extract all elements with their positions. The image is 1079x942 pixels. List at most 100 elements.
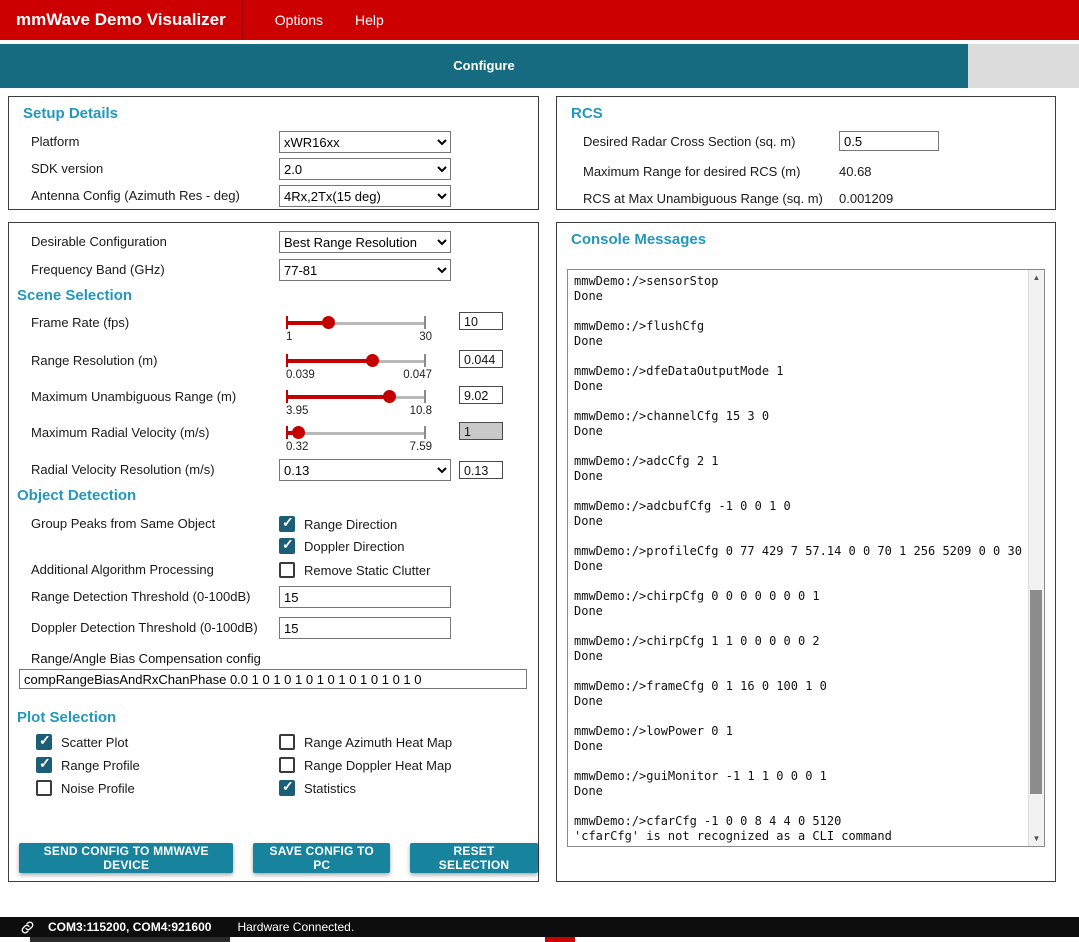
desirable-configuration-row: Desirable Configuration Best Range Resol…: [9, 231, 538, 255]
range-resolution-value-box[interactable]: 0.044: [459, 350, 503, 368]
doppler-threshold-row: Doppler Detection Threshold (0-100dB): [9, 617, 538, 641]
statistics-label: Statistics: [304, 780, 357, 796]
rcs-title: RCS: [571, 105, 603, 122]
range-doppler-heat-map-checkbox[interactable]: [279, 757, 295, 773]
range-direction-option: Range Direction: [279, 513, 404, 535]
remove-static-clutter-option: Remove Static Clutter: [279, 559, 430, 581]
slider-max-label: 30: [419, 331, 432, 343]
range-direction-checkbox[interactable]: [279, 514, 295, 532]
max-unambiguous-range-label: Maximum Unambiguous Range (m): [31, 389, 237, 404]
desirable-configuration-select[interactable]: Best Range Resolution: [279, 231, 451, 253]
console-messages-title: Console Messages: [571, 231, 707, 248]
group-peaks-options: Range Direction Doppler Direction: [279, 513, 404, 557]
status-bar: COM3:115200, COM4:921600 Hardware Connec…: [0, 917, 1079, 937]
sdk-version-select[interactable]: 2.0: [279, 158, 451, 180]
frame-rate-slider[interactable]: 1 30: [286, 309, 432, 343]
slider-max-label: 7.59: [409, 441, 432, 453]
menu-options[interactable]: Options: [275, 12, 323, 28]
additional-processing-label: Additional Algorithm Processing: [31, 562, 214, 577]
max-range-rcs-value: 40.68: [839, 164, 872, 179]
slider-min-label: 0.039: [286, 369, 315, 381]
statistics-checkbox[interactable]: [279, 778, 295, 796]
tab-configure[interactable]: Configure: [0, 44, 968, 88]
bias-compensation-input[interactable]: [19, 669, 527, 689]
max-unambiguous-range-value-box[interactable]: 9.02: [459, 386, 503, 404]
scroll-up-icon[interactable]: [1029, 270, 1044, 285]
range-resolution-slider[interactable]: 0.039 0.047: [286, 347, 432, 381]
doppler-direction-option: Doppler Direction: [279, 535, 404, 557]
plot-selection-title: Plot Selection: [17, 709, 117, 726]
bias-compensation-label: Range/Angle Bias Compensation config: [31, 651, 261, 666]
platform-select[interactable]: xWR16xx: [279, 131, 451, 153]
object-detection-title: Object Detection: [17, 487, 137, 504]
max-unambiguous-range-slider[interactable]: 3.95 10.8: [286, 383, 432, 417]
range-doppler-heat-map-label: Range Doppler Heat Map: [304, 757, 452, 773]
tab-bar: Configure: [0, 44, 1079, 88]
slider-handle[interactable]: [382, 390, 396, 403]
app-header: mmWave Demo Visualizer Options Help: [0, 0, 1079, 40]
slider-track[interactable]: [286, 432, 426, 435]
slider-fill: [286, 359, 373, 363]
slider-min-tick: [286, 426, 288, 439]
range-azimuth-heat-map-option: Range Azimuth Heat Map: [279, 731, 526, 753]
setup-details-panel: Setup Details Platform xWR16xx SDK versi…: [8, 96, 539, 210]
slider-handle[interactable]: [365, 354, 379, 367]
desired-rcs-row: Desired Radar Cross Section (sq. m): [557, 131, 1055, 155]
slider-handle[interactable]: [322, 316, 336, 329]
console-output[interactable]: mmwDemo:/>sensorStop Done mmwDemo:/>flus…: [567, 269, 1045, 847]
radial-velocity-resolution-select[interactable]: 0.13: [279, 459, 451, 481]
platform-row: Platform xWR16xx: [9, 131, 538, 155]
sdk-version-label: SDK version: [31, 161, 104, 176]
scatter-plot-label: Scatter Plot: [61, 734, 129, 750]
range-profile-checkbox[interactable]: [36, 755, 52, 773]
remove-static-clutter-checkbox[interactable]: [279, 562, 295, 578]
desired-rcs-input[interactable]: [839, 131, 939, 151]
range-threshold-label: Range Detection Threshold (0-100dB): [31, 589, 251, 604]
app-root: mmWave Demo Visualizer Options Help Conf…: [0, 0, 1079, 942]
max-range-rcs-label: Maximum Range for desired RCS (m): [583, 164, 801, 179]
scene-selection-title: Scene Selection: [17, 287, 133, 304]
desirable-configuration-label: Desirable Configuration: [31, 234, 167, 249]
range-azimuth-heat-map-checkbox[interactable]: [279, 734, 295, 750]
antenna-config-select[interactable]: 4Rx,2Tx(15 deg): [279, 185, 451, 207]
max-radial-velocity-value-box: 1: [459, 422, 503, 440]
range-direction-label: Range Direction: [304, 516, 398, 532]
reset-selection-button[interactable]: RESET SELECTION: [410, 843, 538, 873]
link-icon: [21, 921, 34, 933]
cutoff-dropdown-partial[interactable]: [30, 937, 230, 942]
slider-handle[interactable]: [291, 426, 305, 439]
remove-static-clutter-label: Remove Static Clutter: [304, 562, 431, 578]
doppler-threshold-input[interactable]: [279, 617, 451, 639]
menu-help[interactable]: Help: [355, 12, 384, 28]
range-threshold-input[interactable]: [279, 586, 451, 608]
save-config-button[interactable]: SAVE CONFIG TO PC: [253, 843, 391, 873]
console-scrollbar[interactable]: [1028, 270, 1044, 846]
group-peaks-label: Group Peaks from Same Object: [31, 516, 216, 531]
noise-profile-checkbox[interactable]: [36, 780, 52, 796]
scatter-plot-checkbox[interactable]: [36, 732, 52, 750]
max-radial-velocity-slider[interactable]: 0.32 7.59: [286, 419, 432, 453]
scroll-down-icon[interactable]: [1029, 831, 1044, 846]
rcs-at-max-range-label: RCS at Max Unambiguous Range (sq. m): [583, 191, 823, 206]
send-config-button[interactable]: SEND CONFIG TO MMWAVE DEVICE: [19, 843, 234, 873]
slider-max-label: 0.047: [403, 369, 432, 381]
radial-velocity-resolution-label: Radial Velocity Resolution (m/s): [31, 462, 215, 477]
frequency-band-label: Frequency Band (GHz): [31, 262, 165, 277]
rcs-panel: RCS Desired Radar Cross Section (sq. m) …: [556, 96, 1056, 210]
scrollbar-thumb[interactable]: [1030, 590, 1042, 794]
max-range-rcs-row: Maximum Range for desired RCS (m) 40.68: [557, 161, 1055, 185]
statistics-option: Statistics: [279, 777, 526, 799]
frequency-band-select[interactable]: 77-81: [279, 259, 451, 281]
slider-min-tick: [286, 354, 288, 367]
range-azimuth-heat-map-label: Range Azimuth Heat Map: [304, 734, 453, 750]
cutoff-red-button-partial[interactable]: [545, 937, 575, 942]
slider-max-tick: [424, 390, 426, 403]
frame-rate-value-box[interactable]: 10: [459, 312, 503, 330]
radial-velocity-resolution-value-box[interactable]: 0.13: [459, 461, 503, 479]
max-unambiguous-range-row: Maximum Unambiguous Range (m) 3.95 10.8 …: [9, 383, 538, 419]
doppler-direction-label: Doppler Direction: [304, 538, 405, 554]
doppler-direction-checkbox[interactable]: [279, 536, 295, 554]
frame-rate-row: Frame Rate (fps) 1 30 10: [9, 309, 538, 345]
sdk-version-row: SDK version 2.0: [9, 158, 538, 182]
radial-velocity-resolution-row: Radial Velocity Resolution (m/s) 0.13 0.…: [9, 459, 538, 483]
